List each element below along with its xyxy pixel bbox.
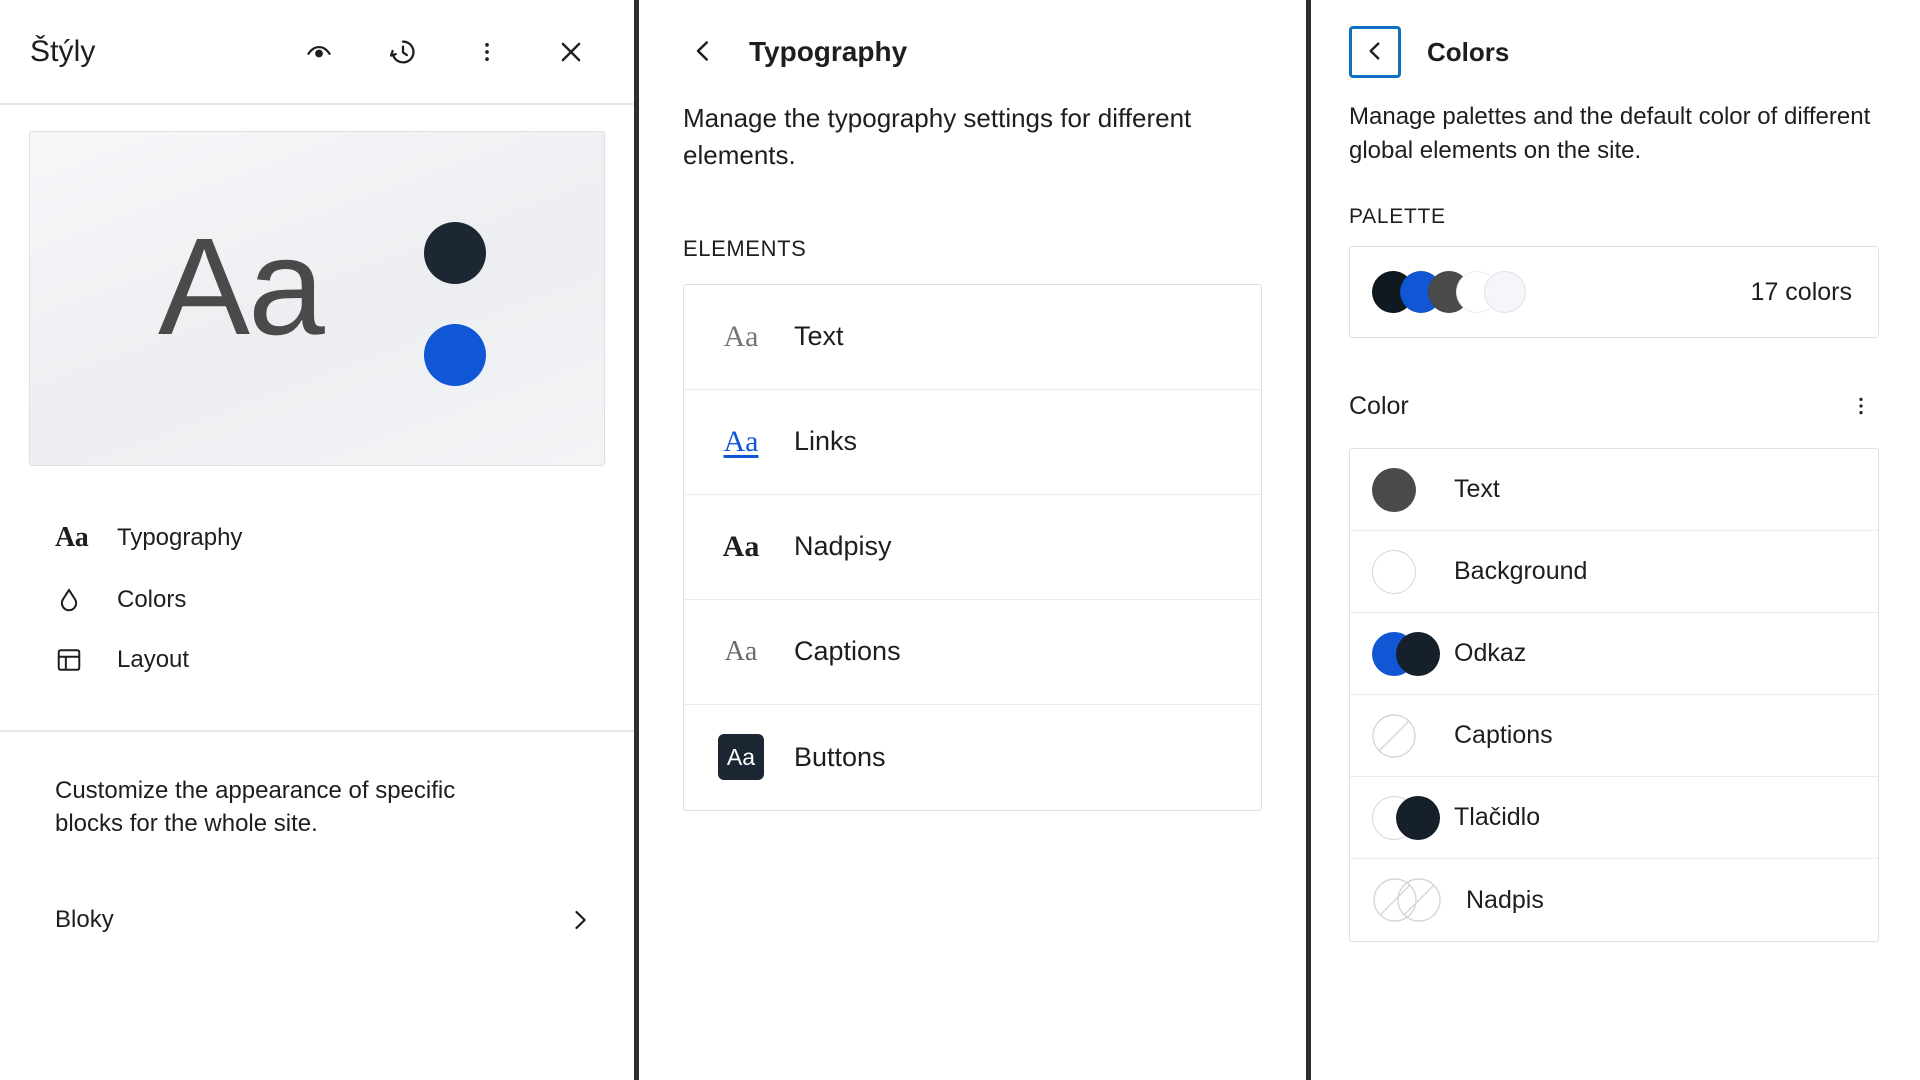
color-section-title: Color	[1349, 391, 1409, 420]
color-dot	[1372, 549, 1416, 594]
chevron-right-icon	[566, 906, 594, 934]
element-label: Text	[794, 321, 844, 352]
color-row-label: Text	[1454, 475, 1500, 504]
typography-description: Manage the typography settings for diffe…	[683, 103, 1192, 170]
color-row-label: Odkaz	[1454, 639, 1527, 668]
typography-aa-icon: Aa	[55, 522, 89, 553]
element-sample-glyph: Aa	[718, 734, 764, 781]
palette-section-label: PALETTE	[1349, 205, 1446, 229]
kebab-menu-icon[interactable]	[1839, 384, 1883, 428]
color-dot	[1396, 631, 1440, 676]
element-row-links[interactable]: Aa Links	[684, 390, 1261, 495]
preview-color-dot-primary	[424, 222, 486, 284]
element-label: Buttons	[794, 741, 886, 772]
color-row-heading[interactable]: Nadpis	[1350, 859, 1878, 941]
layout-grid-icon	[55, 646, 93, 674]
menu-item-colors[interactable]: Colors	[0, 570, 634, 630]
typography-panel-header: Typography	[639, 0, 1306, 74]
palette-swatch-stack	[1372, 271, 1526, 314]
header-toolbar	[296, 29, 594, 75]
colors-panel-header: Colors	[1311, 0, 1915, 78]
color-swatch-indicator	[1372, 549, 1434, 595]
element-row-buttons[interactable]: Aa Buttons	[684, 705, 1261, 810]
color-dot	[1372, 467, 1416, 512]
color-swatch-indicator	[1372, 795, 1440, 841]
blocks-description: Customize the appearance of specific blo…	[55, 777, 456, 838]
blocks-row-label: Bloky	[55, 906, 114, 934]
element-row-text[interactable]: Aa Text	[684, 285, 1261, 390]
palette-swatch	[1484, 271, 1526, 314]
color-dot	[1396, 795, 1440, 840]
color-swatch-indicator	[1372, 631, 1440, 677]
palette-count-label: 17 colors	[1750, 277, 1852, 306]
element-label: Nadpisy	[794, 531, 892, 562]
typography-title: Typography	[749, 36, 908, 67]
color-row-label: Background	[1454, 557, 1588, 586]
styles-editor-screen: Štýly Aa Aa Typography Colors Layout Cus…	[0, 0, 1920, 1080]
color-row-button[interactable]: Tlačidlo	[1350, 777, 1878, 860]
kebab-menu-icon[interactable]	[464, 29, 510, 75]
text-aa-icon: Aa	[714, 320, 768, 354]
back-button[interactable]	[681, 30, 725, 74]
preview-sample-text: Aa	[158, 210, 325, 364]
color-swatch-indicator-unset	[1372, 713, 1434, 759]
color-row-link[interactable]: Odkaz	[1350, 613, 1878, 696]
element-label: Captions	[794, 636, 901, 667]
color-swatch-indicator	[1372, 467, 1434, 513]
element-label: Links	[794, 426, 858, 457]
color-row-label: Tlačidlo	[1454, 803, 1541, 832]
element-sample-glyph: Aa	[723, 319, 759, 353]
back-button[interactable]	[1349, 26, 1401, 78]
caption-aa-icon: Aa	[714, 636, 768, 668]
menu-item-label: Typography	[117, 524, 243, 551]
elements-list: Aa Text Aa Links Aa Nadpisy Aa Captions …	[683, 283, 1262, 811]
blocks-navigation-row[interactable]: Bloky	[0, 892, 634, 948]
element-sample-glyph: Aa	[722, 529, 760, 563]
chevron-left-icon	[688, 36, 718, 69]
color-elements-list: Text Background Odkaz Captions Tlačidlo …	[1349, 448, 1879, 943]
color-section-header: Color	[1311, 338, 1915, 428]
element-sample-glyph: Aa	[724, 635, 758, 667]
color-row-background[interactable]: Background	[1350, 531, 1878, 614]
menu-item-typography[interactable]: Aa Typography	[0, 506, 634, 570]
element-row-captions[interactable]: Aa Captions	[684, 600, 1261, 705]
typography-panel: Typography Manage the typography setting…	[634, 0, 1306, 1080]
link-aa-icon: Aa	[714, 425, 768, 459]
heading-aa-icon: Aa	[714, 530, 768, 564]
close-icon[interactable]	[548, 29, 594, 75]
color-row-label: Nadpis	[1466, 885, 1544, 914]
color-row-label: Captions	[1454, 721, 1553, 750]
colors-title: Colors	[1427, 36, 1510, 67]
button-aa-icon: Aa	[714, 734, 768, 781]
color-row-captions[interactable]: Captions	[1350, 695, 1878, 778]
menu-item-label: Colors	[117, 586, 187, 613]
revisions-icon[interactable]	[380, 29, 426, 75]
menu-item-layout[interactable]: Layout	[0, 630, 634, 690]
colors-panel: Colors Manage palettes and the default c…	[1306, 0, 1915, 1080]
color-row-text[interactable]: Text	[1350, 449, 1878, 532]
color-swatch-indicator-unset	[1372, 877, 1441, 923]
elements-section-label: ELEMENTS	[683, 235, 807, 261]
styles-menu: Aa Typography Colors Layout	[0, 466, 634, 690]
chevron-left-icon	[1362, 38, 1388, 67]
element-row-headings[interactable]: Aa Nadpisy	[684, 495, 1261, 600]
droplet-icon	[55, 586, 93, 614]
colors-description: Manage palettes and the default color of…	[1349, 103, 1871, 164]
menu-item-label: Layout	[117, 646, 190, 673]
palette-row[interactable]: 17 colors	[1349, 246, 1879, 339]
style-preview-card[interactable]: Aa	[29, 131, 605, 466]
page-title: Štýly	[30, 34, 96, 68]
styles-panel: Štýly Aa Aa Typography Colors Layout Cus…	[0, 0, 634, 1080]
eye-icon[interactable]	[296, 29, 342, 75]
style-preview-wrapper: Aa	[0, 105, 634, 466]
preview-color-dot-accent	[424, 324, 486, 386]
element-sample-glyph: Aa	[723, 424, 759, 458]
styles-panel-header: Štýly	[0, 0, 634, 105]
